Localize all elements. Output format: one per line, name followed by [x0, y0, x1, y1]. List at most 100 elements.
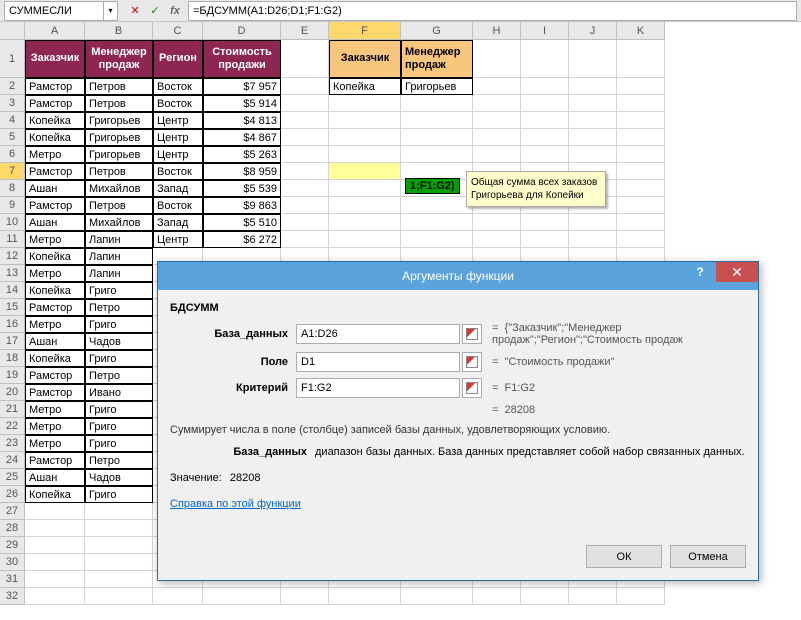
cell[interactable]: Григорьев	[85, 146, 153, 163]
cell[interactable]	[617, 588, 665, 605]
row-header[interactable]: 6	[0, 146, 25, 163]
cell[interactable]	[153, 588, 203, 605]
row-header[interactable]: 11	[0, 231, 25, 248]
cell[interactable]	[25, 520, 85, 537]
col-header[interactable]: F	[329, 22, 401, 40]
cell[interactable]	[521, 214, 569, 231]
cell[interactable]: Рамстор	[25, 78, 85, 95]
cell[interactable]: Центр	[153, 129, 203, 146]
row-header[interactable]: 12	[0, 248, 25, 265]
cell[interactable]: $5 263	[203, 146, 281, 163]
row-header[interactable]: 5	[0, 129, 25, 146]
cell[interactable]: Григорьев	[401, 78, 473, 95]
cell[interactable]	[401, 197, 473, 214]
cell[interactable]	[281, 588, 329, 605]
row-header[interactable]: 27	[0, 503, 25, 520]
cell[interactable]	[281, 129, 329, 146]
cell[interactable]: Рамстор	[25, 197, 85, 214]
cell[interactable]	[473, 146, 521, 163]
cell[interactable]	[569, 129, 617, 146]
cell[interactable]	[401, 214, 473, 231]
name-box-dropdown[interactable]: ▾	[104, 1, 118, 21]
cell[interactable]	[85, 554, 153, 571]
cell[interactable]: Ашан	[25, 469, 85, 486]
cell[interactable]: Восток	[153, 163, 203, 180]
cell[interactable]: Регион	[153, 40, 203, 78]
cell[interactable]	[521, 95, 569, 112]
cell[interactable]	[617, 112, 665, 129]
cell[interactable]: Метро	[25, 418, 85, 435]
cell[interactable]: Петров	[85, 78, 153, 95]
cell[interactable]	[25, 537, 85, 554]
col-header[interactable]: B	[85, 22, 153, 40]
cell[interactable]: Восток	[153, 95, 203, 112]
cell[interactable]: Запад	[153, 214, 203, 231]
row-header[interactable]: 28	[0, 520, 25, 537]
cell[interactable]: Михайлов	[85, 180, 153, 197]
cell[interactable]: Чадов	[85, 469, 153, 486]
fx-icon[interactable]: fx	[166, 2, 184, 20]
col-header[interactable]: A	[25, 22, 85, 40]
cell[interactable]: Рамстор	[25, 95, 85, 112]
cell[interactable]: Копейка	[329, 78, 401, 95]
cell[interactable]	[521, 588, 569, 605]
cell[interactable]	[617, 231, 665, 248]
arg-input[interactable]	[296, 324, 460, 344]
row-header[interactable]: 18	[0, 350, 25, 367]
cell[interactable]	[203, 588, 281, 605]
cell[interactable]: Ашан	[25, 333, 85, 350]
cell[interactable]: Петро	[85, 367, 153, 384]
row-header[interactable]: 10	[0, 214, 25, 231]
row-header[interactable]: 26	[0, 486, 25, 503]
row-header[interactable]: 29	[0, 537, 25, 554]
col-header[interactable]: G	[401, 22, 473, 40]
row-header[interactable]: 4	[0, 112, 25, 129]
cell[interactable]: Стоимость продажи	[203, 40, 281, 78]
cell[interactable]	[401, 129, 473, 146]
cell[interactable]: $4 813	[203, 112, 281, 129]
row-header[interactable]: 8	[0, 180, 25, 197]
row-header[interactable]: 9	[0, 197, 25, 214]
cell[interactable]: Григо	[85, 418, 153, 435]
col-header[interactable]: K	[617, 22, 665, 40]
cell[interactable]	[521, 129, 569, 146]
cell[interactable]: Рамстор	[25, 163, 85, 180]
cell[interactable]: Метро	[25, 146, 85, 163]
cell[interactable]	[569, 588, 617, 605]
col-header[interactable]: I	[521, 22, 569, 40]
cell[interactable]	[617, 180, 665, 197]
col-header[interactable]: J	[569, 22, 617, 40]
arg-input[interactable]	[296, 352, 460, 372]
cell[interactable]	[329, 146, 401, 163]
formula-bar[interactable]: =БДСУММ(A1:D26;D1;F1:G2)	[188, 1, 797, 21]
cell[interactable]	[617, 197, 665, 214]
cell[interactable]: Копейка	[25, 350, 85, 367]
row-header[interactable]: 21	[0, 401, 25, 418]
cell[interactable]	[473, 95, 521, 112]
cell[interactable]	[521, 112, 569, 129]
name-box[interactable]: СУММЕСЛИ	[4, 1, 104, 21]
help-link[interactable]: Справка по этой функции	[170, 498, 301, 510]
cell[interactable]	[281, 146, 329, 163]
col-header[interactable]: D	[203, 22, 281, 40]
cell[interactable]: Петров	[85, 197, 153, 214]
cell[interactable]	[281, 214, 329, 231]
cell[interactable]	[329, 163, 401, 180]
cell[interactable]: $6 272	[203, 231, 281, 248]
row-header[interactable]: 20	[0, 384, 25, 401]
cell[interactable]	[569, 40, 617, 78]
cell[interactable]	[25, 588, 85, 605]
cell[interactable]	[617, 163, 665, 180]
cell[interactable]: Рамстор	[25, 299, 85, 316]
cell[interactable]	[401, 146, 473, 163]
row-header[interactable]: 32	[0, 588, 25, 605]
cell[interactable]: Григо	[85, 316, 153, 333]
cell[interactable]: Григо	[85, 401, 153, 418]
cell[interactable]: Заказчик	[329, 40, 401, 78]
cell[interactable]: Метро	[25, 231, 85, 248]
cell[interactable]: Михайлов	[85, 214, 153, 231]
cell[interactable]: Григо	[85, 435, 153, 452]
row-header[interactable]: 14	[0, 282, 25, 299]
row-header[interactable]: 19	[0, 367, 25, 384]
cell[interactable]	[281, 231, 329, 248]
